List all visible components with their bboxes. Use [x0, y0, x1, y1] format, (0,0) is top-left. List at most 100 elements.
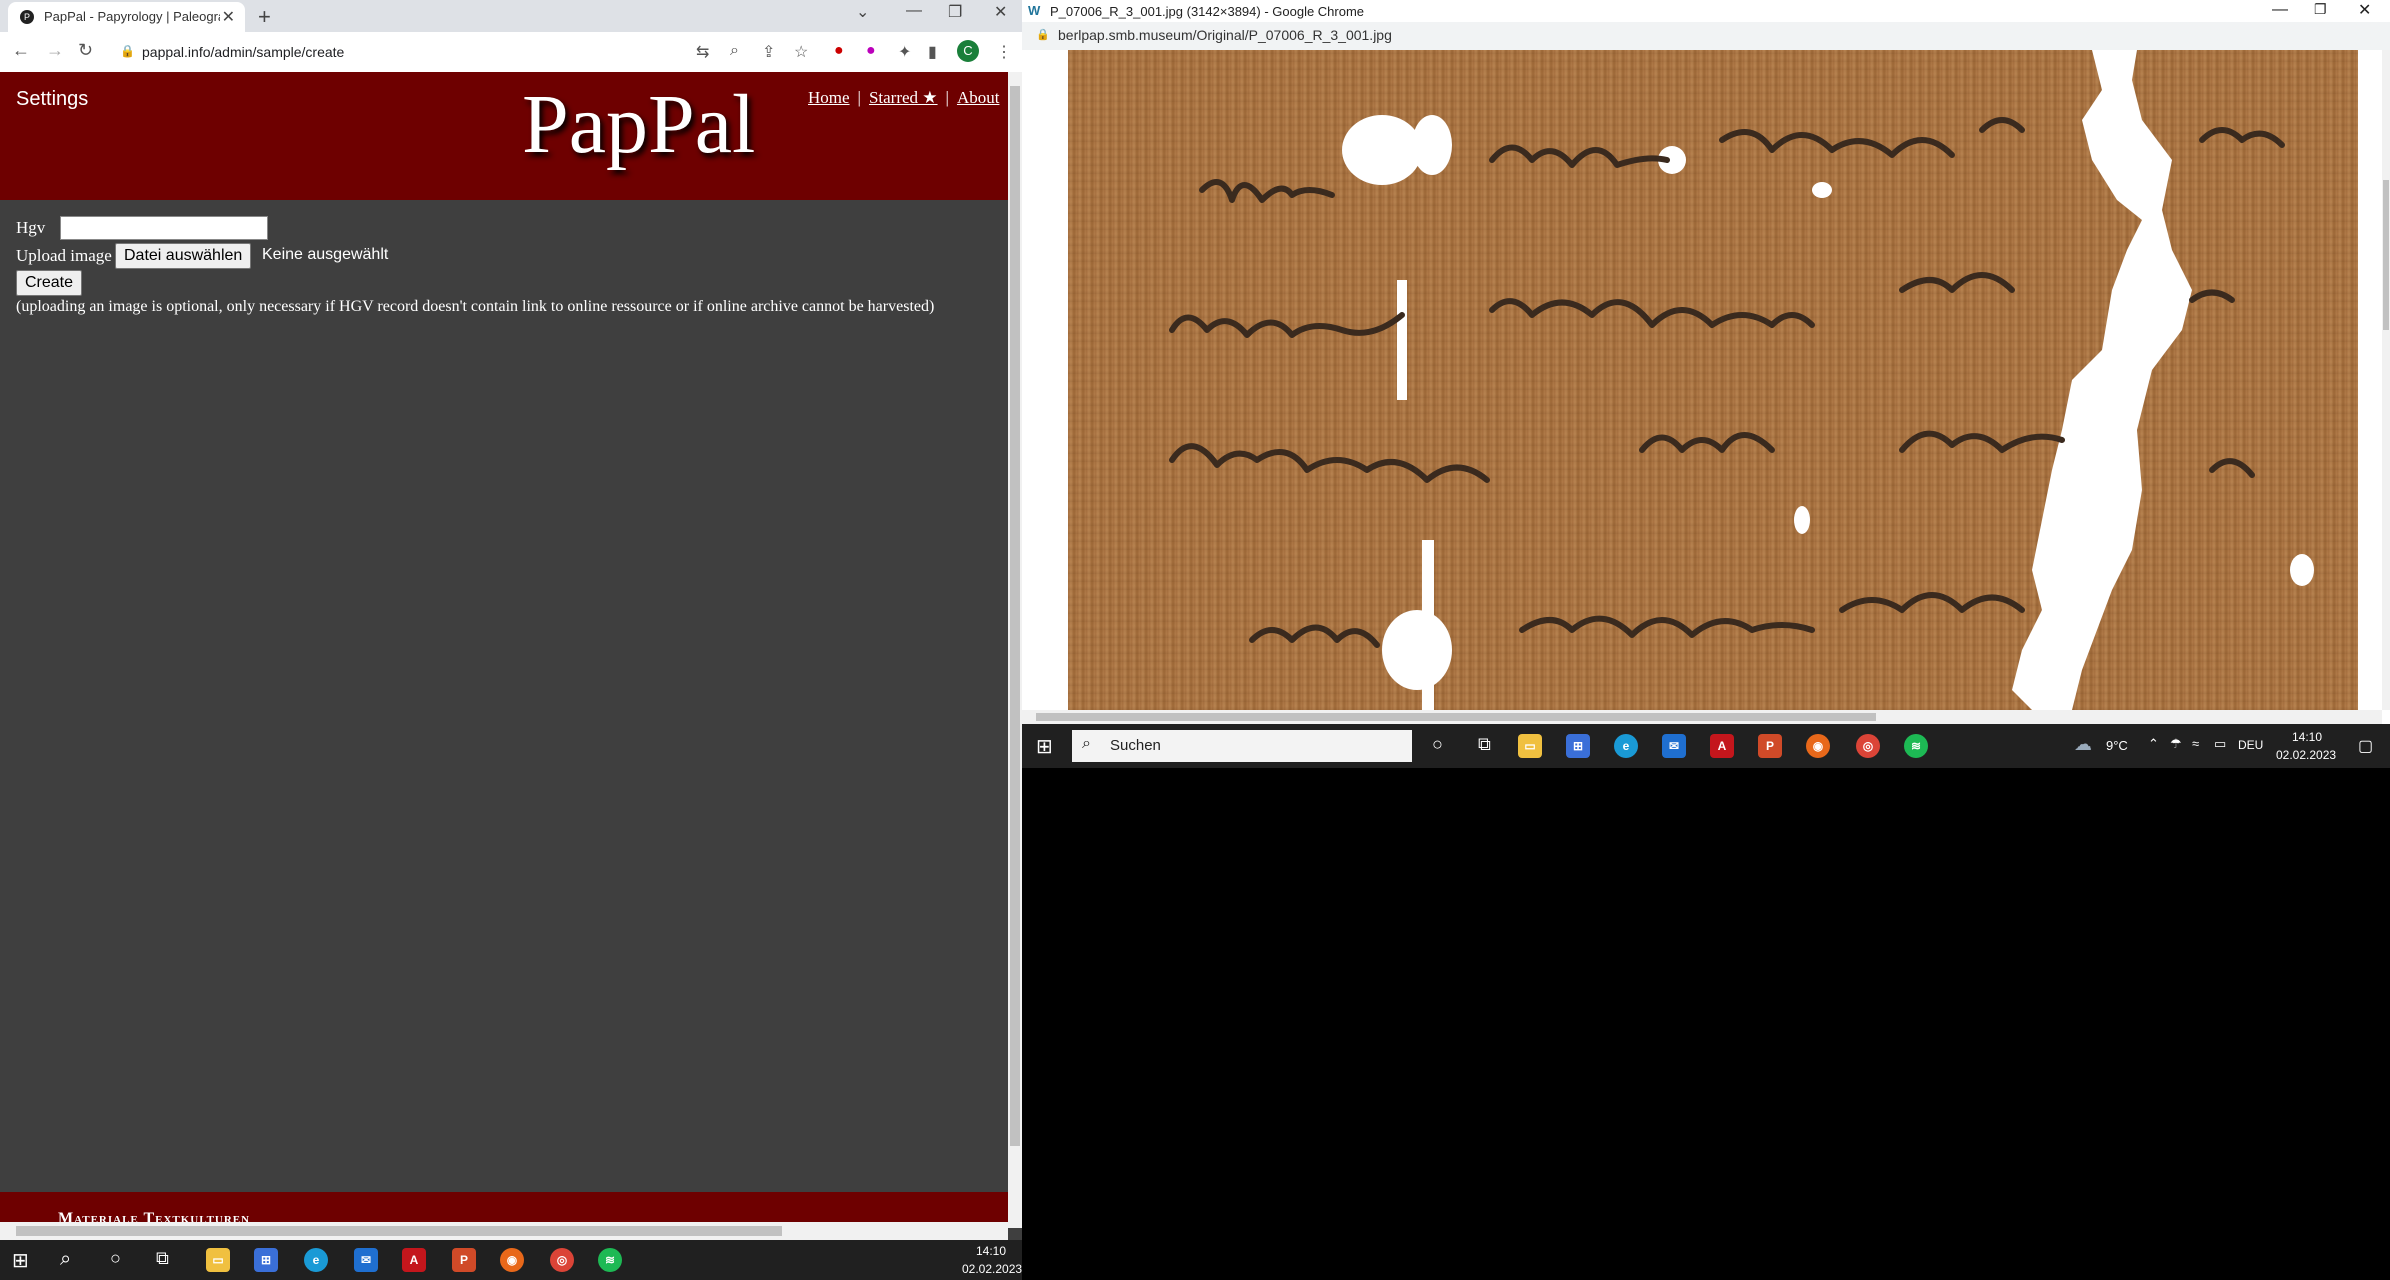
edge-icon-left[interactable]: e: [304, 1248, 328, 1272]
right-window-title: P_07006_R_3_001.jpg (3142×3894) - Google…: [1050, 4, 1365, 19]
search-icon-left[interactable]: ⌕: [60, 1248, 71, 1271]
right-vertical-thumb[interactable]: [2383, 180, 2389, 330]
upload-image-label: Upload image: [16, 246, 112, 265]
clock-time-left[interactable]: 14:10: [976, 1244, 1006, 1258]
browser-toolbar: ← → ↻ 🔒 pappal.info/admin/sample/create …: [0, 32, 1022, 73]
chrome-icon[interactable]: ◎: [1856, 734, 1880, 758]
no-file-chosen-text: Keine ausgewählt: [262, 246, 389, 263]
settings-link[interactable]: Settings: [16, 88, 88, 111]
close-tab-icon[interactable]: ✕: [222, 7, 235, 27]
menu-icon[interactable]: ⋮: [996, 42, 1012, 62]
left-browser-window: P PapPal - Papyrology | Paleograph ✕ + ⌄…: [0, 0, 1022, 1240]
spotify-icon[interactable]: ≋: [1904, 734, 1928, 758]
minimize-icon[interactable]: —: [906, 2, 922, 20]
tab-title: PapPal - Papyrology | Paleograph: [44, 9, 220, 24]
store-icon-left[interactable]: ⊞: [254, 1248, 278, 1272]
nav-home-link[interactable]: Home: [808, 88, 850, 107]
bookmark-star-icon[interactable]: ☆: [794, 42, 808, 62]
url-text: pappal.info/admin/sample/create: [142, 44, 345, 60]
reload-icon[interactable]: ↻: [78, 40, 93, 61]
site-nav: Home | Starred ★ | About: [808, 88, 1000, 107]
right-horizontal-thumb[interactable]: [1036, 713, 1876, 721]
taskbar-search-box[interactable]: ⌕ Suchen: [1072, 730, 1412, 762]
start-icon-left[interactable]: ⊞: [12, 1248, 29, 1273]
translate-icon[interactable]: ⇆: [696, 42, 709, 62]
powerpoint-icon-left[interactable]: P: [452, 1248, 476, 1272]
hgv-input[interactable]: [60, 216, 268, 240]
search-placeholder: Suchen: [1110, 737, 1161, 754]
pappal-favicon-icon: P: [20, 10, 34, 24]
extension-purple-icon[interactable]: ●: [866, 42, 876, 60]
lock-icon: 🔒: [120, 44, 135, 58]
right-title-bar: W P_07006_R_3_001.jpg (3142×3894) - Goog…: [1022, 0, 2390, 22]
horizontal-scrollbar-thumb[interactable]: [16, 1226, 782, 1236]
firefox-icon[interactable]: ◉: [1806, 734, 1830, 758]
extensions-puzzle-icon[interactable]: ✦: [898, 42, 911, 62]
weather-icon[interactable]: ☁: [2074, 734, 2092, 755]
clock-date[interactable]: 02.02.2023: [2276, 748, 2336, 762]
acrobat-icon[interactable]: A: [1710, 734, 1734, 758]
right-close-icon[interactable]: ✕: [2358, 0, 2371, 20]
cortana-icon-left[interactable]: ○: [110, 1248, 121, 1269]
search-icon: ⌕: [1082, 735, 1091, 752]
tray-chevron-icon[interactable]: ⌃: [2148, 736, 2159, 752]
taskbar-right: ⊞ ⌕ Suchen ○ ⧉ ▭ ⊞ e ✉ A P ◉ ◎ ≋ ☁ 9°C ⌃…: [1022, 724, 2390, 768]
side-panel-icon[interactable]: ▮: [928, 42, 937, 62]
powerpoint-icon[interactable]: P: [1758, 734, 1782, 758]
mail-icon-left[interactable]: ✉: [354, 1248, 378, 1272]
tab-search-icon[interactable]: ⌄: [856, 2, 869, 22]
choose-file-button[interactable]: Datei auswählen: [115, 243, 252, 269]
nav-starred-link[interactable]: Starred ★: [869, 88, 938, 107]
clock-time[interactable]: 14:10: [2292, 730, 2322, 744]
file-explorer-icon[interactable]: ▭: [1518, 734, 1542, 758]
tab-strip: P PapPal - Papyrology | Paleograph ✕ + ⌄…: [0, 0, 1022, 32]
papyrus-image: [1022, 50, 2382, 710]
right-lock-icon: 🔒: [1036, 29, 1050, 41]
task-view-icon-left[interactable]: ⧉: [156, 1248, 169, 1269]
site-logo[interactable]: PapPal: [522, 76, 755, 173]
right-restore-icon[interactable]: ❐: [2314, 1, 2327, 18]
upload-note: (uploading an image is optional, only ne…: [16, 298, 935, 315]
forward-icon[interactable]: →: [46, 40, 64, 61]
store-icon[interactable]: ⊞: [1566, 734, 1590, 758]
profile-avatar[interactable]: C: [957, 40, 979, 62]
firefox-icon-left[interactable]: ◉: [500, 1248, 524, 1272]
taskbar-left: ⊞ ⌕ ○ ⧉ ▭ ⊞ e ✉ A P ◉ ◎ ≋ 14:10 02.02.20…: [0, 1240, 1022, 1280]
weather-temp[interactable]: 9°C: [2106, 738, 2128, 753]
file-explorer-icon-left[interactable]: ▭: [206, 1248, 230, 1272]
zoom-icon[interactable]: ⌕: [730, 42, 739, 60]
back-icon[interactable]: ←: [12, 40, 30, 61]
chrome-icon-left[interactable]: ◎: [550, 1248, 574, 1272]
language-indicator[interactable]: DEU: [2238, 738, 2263, 752]
right-address-bar[interactable]: 🔒 berlpap.smb.museum/Original/P_07006_R_…: [1022, 22, 2390, 51]
start-icon[interactable]: ⊞: [1036, 734, 1053, 759]
right-url-text: berlpap.smb.museum/Original/P_07006_R_3_…: [1058, 27, 1392, 43]
create-button[interactable]: Create: [16, 270, 83, 296]
hgv-label: Hgv: [16, 218, 46, 237]
wordpress-icon: W: [1028, 3, 1041, 18]
papyrus-handwriting: [1022, 50, 2382, 710]
notifications-icon[interactable]: ▢: [2358, 736, 2373, 756]
right-vertical-scrollbar[interactable]: [2382, 50, 2390, 710]
tray-app-icon[interactable]: ☂: [2170, 736, 2182, 752]
new-tab-icon[interactable]: +: [258, 4, 271, 30]
restore-icon[interactable]: ❐: [948, 2, 962, 22]
right-minimize-icon[interactable]: —: [2272, 1, 2288, 19]
clock-date-left[interactable]: 02.02.2023: [962, 1262, 1022, 1276]
site-header: Settings PapPal Home | Starred ★ | About: [0, 72, 1008, 200]
edge-icon[interactable]: e: [1614, 734, 1638, 758]
cortana-icon[interactable]: ○: [1432, 734, 1443, 755]
spotify-icon-left[interactable]: ≋: [598, 1248, 622, 1272]
nav-about-link[interactable]: About: [957, 88, 1000, 107]
battery-icon[interactable]: ▭: [2214, 736, 2226, 752]
task-view-icon[interactable]: ⧉: [1478, 734, 1491, 755]
tab-pappal[interactable]: P PapPal - Papyrology | Paleograph ✕: [8, 2, 245, 32]
close-window-icon[interactable]: ✕: [994, 2, 1007, 22]
acrobat-icon-left[interactable]: A: [402, 1248, 426, 1272]
extension-red-icon[interactable]: ●: [834, 42, 844, 60]
share-icon[interactable]: ⇪: [762, 42, 775, 62]
mail-icon[interactable]: ✉: [1662, 734, 1686, 758]
address-bar[interactable]: 🔒 pappal.info/admin/sample/create: [108, 37, 708, 67]
vertical-scrollbar-thumb[interactable]: [1010, 86, 1020, 1146]
wifi-icon[interactable]: ≈: [2192, 736, 2199, 751]
